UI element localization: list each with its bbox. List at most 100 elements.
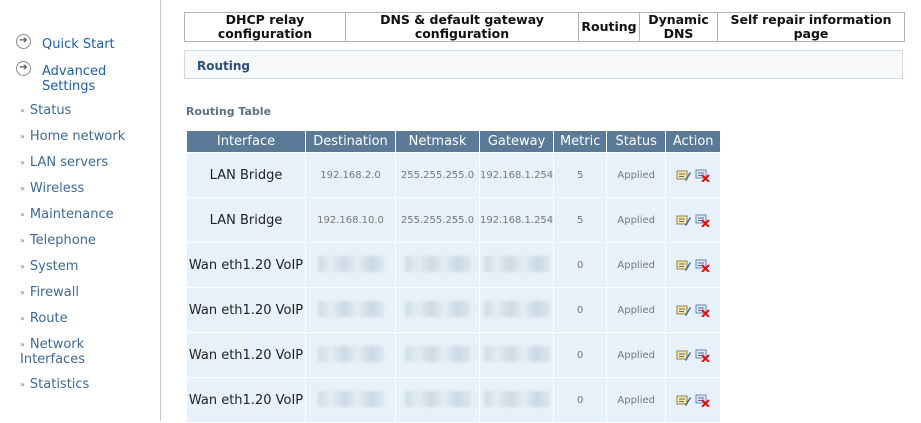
cell-netmask — [396, 333, 479, 377]
bullet-icon: » — [20, 262, 25, 271]
cell-metric-text: 5 — [576, 169, 584, 181]
cell-destination — [306, 333, 395, 377]
edit-icon[interactable] — [676, 394, 692, 407]
cell-metric-text: 0 — [576, 349, 584, 361]
cell-metric: 0 — [554, 288, 607, 332]
sidebar-item-home-network[interactable]: » Home network — [20, 130, 125, 145]
table-row: Wan eth1.20 VoIP 0 Applied — [187, 333, 721, 377]
delete-icon[interactable] — [695, 304, 710, 317]
col-interface: Interface — [187, 131, 305, 152]
cell-interface-text: Wan eth1.20 VoIP — [188, 302, 304, 318]
bullet-icon: » — [20, 132, 25, 141]
edit-icon[interactable] — [676, 169, 692, 182]
bullet-icon: » — [20, 380, 25, 389]
redacted-value — [404, 300, 471, 317]
cell-interface-text: Wan eth1.20 VoIP — [188, 257, 304, 273]
tab-self-repair[interactable]: Self repair information page — [718, 13, 904, 41]
advanced-settings-link[interactable]: ➔ Advanced Settings — [16, 61, 156, 94]
cell-action — [666, 243, 721, 287]
cell-destination-text: 192.168.2.0 — [320, 169, 381, 181]
redacted-value — [404, 345, 471, 362]
cell-status-text: Applied — [617, 259, 655, 271]
sidebar-item-wireless[interactable]: » Wireless — [20, 182, 84, 197]
cell-interface: Wan eth1.20 VoIP — [187, 378, 305, 422]
cell-destination — [306, 243, 395, 287]
cell-gateway-text: 192.168.1.254 — [480, 214, 554, 226]
cell-status-text: Applied — [617, 349, 655, 361]
cell-metric: 0 — [554, 243, 607, 287]
sidebar-item-network-interfaces[interactable]: » Network Interfaces — [20, 338, 130, 367]
cell-interface: Wan eth1.20 VoIP — [187, 333, 305, 377]
col-status: Status — [607, 131, 666, 152]
sidebar-item-statistics[interactable]: » Statistics — [20, 378, 89, 393]
sidebar-item-route[interactable]: » Route — [20, 312, 68, 327]
delete-icon[interactable] — [695, 214, 710, 227]
edit-icon[interactable] — [676, 214, 692, 227]
bullet-icon: » — [20, 340, 25, 349]
cell-action — [666, 153, 721, 197]
section-title: Routing — [197, 59, 251, 73]
cell-metric: 0 — [554, 333, 607, 377]
bullet-icon: » — [20, 158, 25, 167]
sidebar-item-label: Network Interfaces — [20, 337, 85, 367]
cell-gateway — [480, 378, 554, 422]
redacted-value — [404, 390, 471, 407]
sidebar-item-firewall[interactable]: » Firewall — [20, 286, 79, 301]
cell-status: Applied — [607, 243, 666, 287]
cell-status-text: Applied — [617, 304, 655, 316]
cell-netmask — [396, 288, 479, 332]
cell-interface-text: LAN Bridge — [209, 212, 283, 228]
sidebar-item-maintenance[interactable]: » Maintenance — [20, 208, 114, 223]
cell-metric: 0 — [554, 378, 607, 422]
sidebar-item-label: Firewall — [29, 285, 79, 300]
edit-icon[interactable] — [676, 349, 692, 362]
cell-status-text: Applied — [617, 394, 655, 406]
tab-dhcp-relay[interactable]: DHCP relay configuration — [185, 13, 346, 41]
col-metric: Metric — [554, 131, 607, 152]
delete-icon[interactable] — [695, 349, 710, 362]
cell-destination: 192.168.2.0 — [306, 153, 395, 197]
edit-icon[interactable] — [676, 259, 692, 272]
cell-netmask-text: 255.255.255.0 — [400, 214, 475, 226]
delete-icon[interactable] — [695, 169, 710, 182]
bullet-icon: » — [20, 106, 25, 115]
cell-action — [666, 378, 721, 422]
cell-interface-text: Wan eth1.20 VoIP — [188, 392, 304, 408]
cell-action — [666, 288, 721, 332]
sidebar-item-label: Route — [29, 311, 68, 326]
sidebar-item-status[interactable]: » Status — [20, 104, 71, 119]
cell-gateway: 192.168.1.254 — [480, 198, 554, 242]
sidebar-item-label: Statistics — [29, 377, 90, 392]
redacted-value — [317, 300, 384, 317]
cell-gateway — [480, 333, 554, 377]
arrow-circle-icon: ➔ — [16, 34, 31, 49]
cell-netmask — [396, 243, 479, 287]
sidebar-item-label: Status — [29, 103, 72, 118]
cell-destination — [306, 378, 395, 422]
tab-dynamic-dns[interactable]: Dynamic DNS — [640, 13, 718, 41]
quick-start-link[interactable]: ➔ Quick Start — [16, 34, 115, 52]
tab-routing[interactable]: Routing — [579, 13, 640, 41]
cell-metric-text: 0 — [576, 259, 584, 271]
sidebar: ➔ Quick Start ➔ Advanced Settings » Statu… — [0, 0, 161, 421]
col-action: Action — [666, 131, 721, 152]
cell-gateway — [480, 243, 554, 287]
sidebar-item-telephone[interactable]: » Telephone — [20, 234, 96, 249]
sidebar-item-system[interactable]: » System — [20, 260, 78, 275]
sidebar-item-lan-servers[interactable]: » LAN servers — [20, 156, 108, 171]
tab-dns-default-gateway[interactable]: DNS & default gateway configuration — [346, 13, 579, 41]
sidebar-item-label: Wireless — [29, 181, 85, 196]
cell-interface: LAN Bridge — [187, 198, 305, 242]
redacted-value — [483, 255, 550, 272]
bullet-icon: » — [20, 236, 25, 245]
delete-icon[interactable] — [695, 259, 710, 272]
redacted-value — [317, 345, 384, 362]
cell-status-text: Applied — [617, 169, 655, 181]
sidebar-item-label: LAN servers — [29, 155, 109, 170]
table-row: LAN Bridge 192.168.10.0 255.255.255.0 192.1… — [187, 198, 721, 242]
delete-icon[interactable] — [695, 394, 710, 407]
cell-netmask: 255.255.255.0 — [396, 198, 479, 242]
cell-status: Applied — [607, 378, 666, 422]
edit-icon[interactable] — [676, 304, 692, 317]
section-header: Routing — [184, 50, 903, 79]
